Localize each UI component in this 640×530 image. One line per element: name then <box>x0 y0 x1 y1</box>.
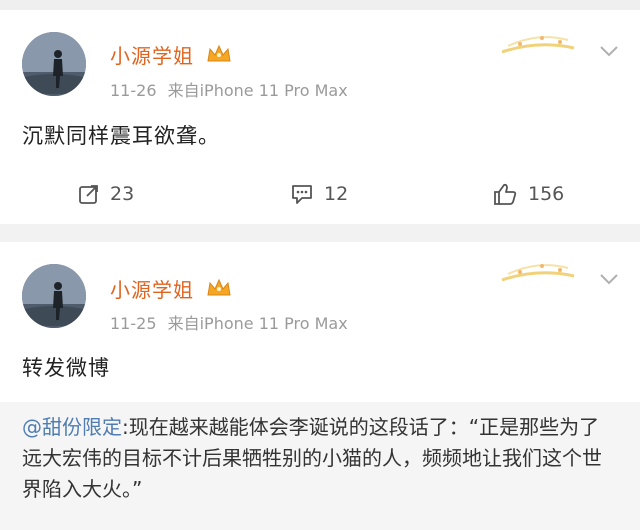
comment-count: 12 <box>324 183 349 205</box>
comment-button[interactable]: 12 <box>290 174 348 214</box>
avatar[interactable] <box>22 264 86 328</box>
post-source: 来自iPhone 11 Pro Max <box>167 81 348 100</box>
post-date: 11-26 <box>110 81 157 100</box>
chevron-down-icon[interactable] <box>598 44 620 58</box>
crown-icon <box>207 278 231 296</box>
user-name[interactable]: 小源学姐 <box>110 40 194 69</box>
user-name[interactable]: 小源学姐 <box>110 274 194 303</box>
decoration-badge-icon <box>501 36 575 54</box>
action-bar: 23 12 156 <box>0 174 640 214</box>
crown-icon <box>207 44 231 62</box>
like-count: 156 <box>528 183 565 205</box>
post-meta: 11-25 来自iPhone 11 Pro Max <box>110 310 354 334</box>
decoration-badge-icon <box>501 264 575 282</box>
post-card-2: 小源学姐 11-25 来自iPhone 11 Pro Max 转发微博 @甜份限… <box>0 242 640 530</box>
like-button[interactable]: 156 <box>492 174 564 214</box>
avatar[interactable] <box>22 32 86 96</box>
post-source: 来自iPhone 11 Pro Max <box>167 314 348 333</box>
post-meta: 11-26 来自iPhone 11 Pro Max <box>110 77 354 101</box>
post-card-1: 小源学姐 11-26 来自iPhone 11 Pro Max 沉默同样震耳欲聋。… <box>0 10 640 224</box>
thumbs-up-icon <box>494 183 517 205</box>
post-date: 11-25 <box>110 314 157 333</box>
post-text: 转发微博 <box>22 356 110 380</box>
reposted-content[interactable]: @甜份限定:现在越来越能体会李诞说的这段话了：“正是那些为了远大宏伟的目标不计后… <box>0 402 640 530</box>
top-divider <box>0 0 640 10</box>
repost-count: 23 <box>110 183 135 205</box>
chevron-down-icon[interactable] <box>598 272 620 286</box>
repost-icon <box>79 185 98 204</box>
post-text: 沉默同样震耳欲聋。 <box>22 124 220 148</box>
repost-button[interactable]: 23 <box>78 174 134 214</box>
comment-icon <box>292 185 312 204</box>
mention-link[interactable]: @甜份限定 <box>22 415 122 439</box>
